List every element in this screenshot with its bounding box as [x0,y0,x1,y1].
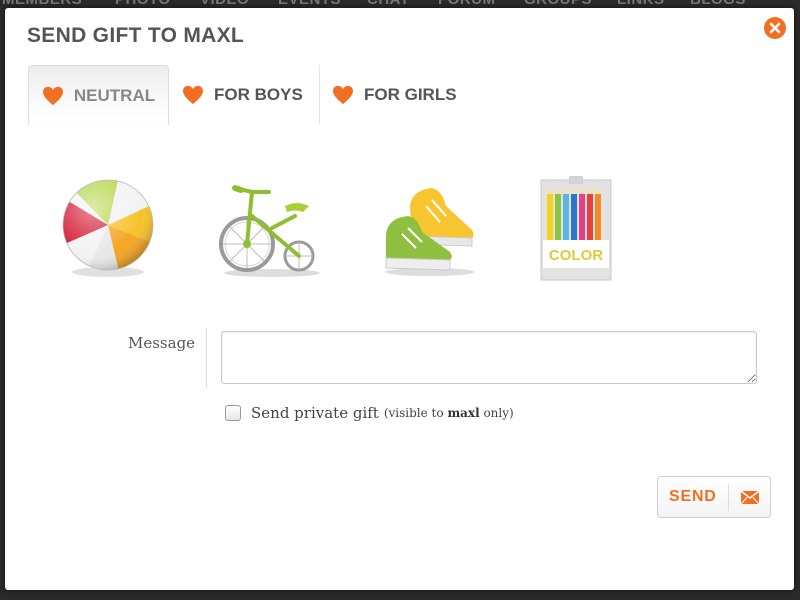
send-divider [728,485,729,511]
envelope-icon [740,490,760,505]
tab-for-boys[interactable]: FOR BOYS [182,65,303,124]
color-pencils-icon: COLOR [540,176,612,281]
tab-label: FOR BOYS [214,84,303,104]
close-circle-icon [769,22,781,34]
beach-ball-icon [62,179,154,277]
message-textarea[interactable] [221,331,757,384]
tab-for-girls[interactable]: FOR GIRLS [332,65,457,124]
send-label: SEND [669,488,717,505]
private-note-user: maxl [447,406,480,420]
gift-grid: COLOR [60,176,660,286]
private-gift-checkbox[interactable] [225,405,241,421]
tab-label: FOR GIRLS [364,84,457,104]
message-divider [206,328,207,388]
nav-item-members[interactable]: MEMBERS [2,0,82,8]
dialog-title: SEND GIFT TO MAXL [27,24,245,47]
heart-icon [183,85,203,104]
nav-item-video[interactable]: VIDEO [200,0,249,8]
heart-icon [42,86,63,105]
private-gift-label[interactable]: Send private gift [251,404,379,422]
gift-tricycle[interactable] [217,176,320,286]
send-button[interactable]: SEND [657,476,771,518]
message-label: Message [128,334,196,352]
send-gift-dialog: SEND GIFT TO MAXL NEUTRAL FOR BOYS FOR G… [5,8,794,590]
sneakers-icon [385,188,475,276]
tab-divider [319,65,320,124]
nav-item-forum[interactable]: FORUM [438,0,496,8]
gift-category-tabs: NEUTRAL FOR BOYS FOR GIRLS [28,65,628,125]
tab-label: NEUTRAL [73,85,156,105]
gift-beach-ball[interactable] [60,176,160,286]
gift-color-pencils[interactable]: COLOR [537,176,637,286]
private-gift-row: Send private gift (visible to maxl only) [225,402,514,424]
tab-neutral[interactable]: NEUTRAL [28,65,169,125]
close-button[interactable] [764,17,786,39]
pencil-box-text: COLOR [549,247,603,264]
nav-item-groups[interactable]: GROUPS [524,0,592,8]
nav-item-photo[interactable]: PHOTO [115,0,171,8]
private-gift-note: (visible to maxl only) [384,406,514,420]
gift-sneakers[interactable] [380,176,480,286]
tricycle-icon [219,185,320,277]
private-note-prefix: (visible to [383,406,444,420]
heart-icon [333,85,353,104]
nav-item-chat[interactable]: CHAT [367,0,410,8]
nav-item-blogs[interactable]: BLOGS [690,0,746,8]
nav-item-events[interactable]: EVENTS [278,0,341,8]
nav-item-links[interactable]: LINKS [617,0,665,8]
private-note-suffix: only) [483,406,514,420]
